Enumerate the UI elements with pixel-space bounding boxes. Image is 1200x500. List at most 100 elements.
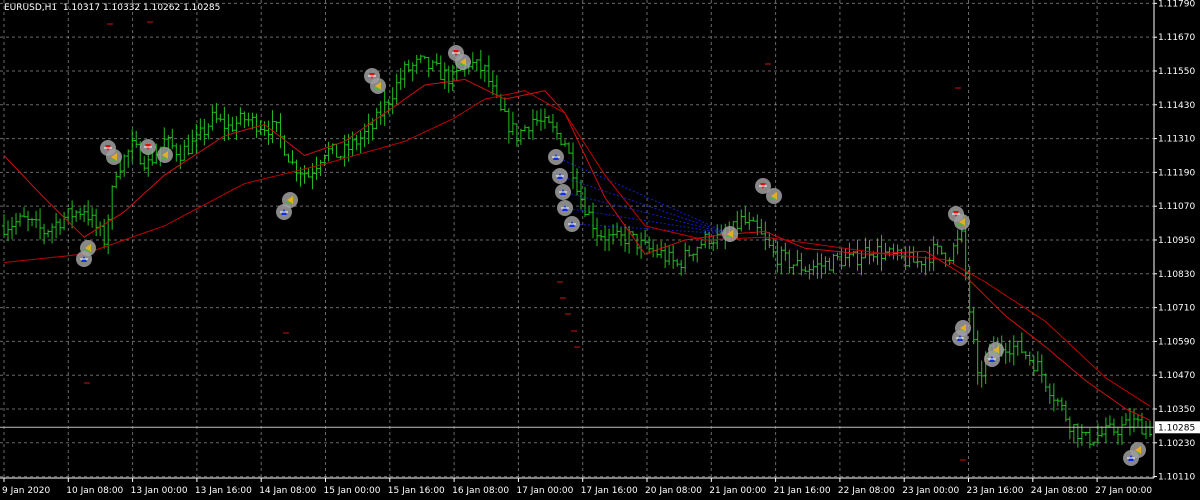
- candle: [1007, 340, 1012, 363]
- candle: [226, 114, 231, 141]
- candle: [687, 245, 692, 257]
- candle: [470, 52, 475, 70]
- candle: [711, 235, 716, 251]
- candle: [1003, 342, 1008, 364]
- candle: [302, 165, 307, 184]
- current-price-label: 1.10285: [1158, 423, 1195, 433]
- x-tick-label: 15 Jan 16:00: [388, 486, 445, 496]
- candle: [142, 155, 147, 172]
- chart-grid: [0, 0, 1154, 478]
- candle: [671, 245, 676, 269]
- candle: [823, 256, 828, 274]
- candle: [771, 238, 776, 258]
- trade-arrow-marker-icon: [552, 168, 568, 184]
- candle: [847, 242, 852, 268]
- candle: [114, 171, 119, 189]
- candle: [763, 221, 768, 251]
- candle: [122, 154, 127, 177]
- x-tick-label: 17 Jan 16:00: [581, 486, 638, 496]
- price-chart[interactable]: 1.11790 1.11670 1.11550 1.11430 1.11310 1.111…: [0, 0, 1200, 500]
- y-tick-label: 1.10710: [1158, 304, 1195, 314]
- candle: [855, 239, 860, 271]
- trade-arrow-marker-icon: [952, 330, 968, 346]
- candle: [1051, 383, 1056, 412]
- candle: [354, 134, 359, 151]
- candle: [54, 212, 59, 239]
- x-tick-label: 21 Jan 00:00: [709, 486, 766, 496]
- candle: [843, 248, 848, 267]
- candle: [434, 53, 439, 66]
- candle: [891, 243, 896, 260]
- candle: [927, 246, 932, 272]
- candle: [6, 220, 11, 242]
- candle: [98, 221, 103, 237]
- candle: [10, 217, 15, 240]
- candle: [162, 127, 167, 148]
- candle: [130, 129, 135, 163]
- candle: [811, 259, 816, 276]
- trade-arrow-marker-icon: [106, 149, 122, 165]
- candle: [611, 224, 616, 245]
- candle: [1063, 400, 1068, 422]
- x-tick-label: 24 Jan 08:00: [1031, 486, 1088, 496]
- candle: [1039, 354, 1044, 383]
- trade-arrow-marker-icon: [140, 139, 156, 155]
- candle: [595, 217, 600, 247]
- candle: [643, 230, 648, 245]
- trade-arrow-marker-icon: [76, 251, 92, 267]
- candle: [18, 212, 23, 227]
- x-tick-label: 13 Jan 00:00: [131, 486, 188, 496]
- candle: [603, 225, 608, 251]
- candle: [522, 124, 527, 132]
- candle: [58, 218, 63, 235]
- trade-arrow-marker-icon: [548, 149, 564, 165]
- candle: [422, 55, 427, 60]
- candle: [1035, 351, 1040, 372]
- candle: [1083, 431, 1088, 436]
- candle: [747, 211, 752, 230]
- candle: [290, 150, 295, 165]
- candle: [526, 126, 531, 139]
- candle: [859, 251, 864, 276]
- candle: [851, 251, 856, 257]
- candle: [1043, 373, 1048, 393]
- candle: [783, 243, 788, 261]
- candle: [334, 143, 339, 158]
- candle: [955, 229, 960, 255]
- candle: [695, 246, 700, 263]
- candle: [42, 223, 47, 245]
- candle: [482, 64, 487, 83]
- y-tick-label: 1.11310: [1158, 135, 1195, 145]
- y-tick-label: 1.11430: [1158, 101, 1195, 111]
- candle: [791, 264, 796, 275]
- candle: [2, 214, 6, 239]
- candle: [1135, 414, 1140, 427]
- y-tick-label: 1.11550: [1158, 67, 1195, 77]
- candle: [78, 207, 83, 220]
- x-tick-label: 22 Jan 08:00: [838, 486, 895, 496]
- y-tick-label: 1.10470: [1158, 371, 1195, 381]
- candle: [446, 65, 451, 93]
- x-tick-label: 15 Jan 00:00: [324, 486, 381, 496]
- trade-arrow-marker-icon: [984, 351, 1000, 367]
- candle: [899, 248, 904, 260]
- candle: [34, 210, 39, 229]
- candle: [775, 240, 780, 273]
- candle: [266, 120, 271, 145]
- candle: [430, 59, 435, 72]
- candle: [779, 246, 784, 274]
- candle: [566, 142, 571, 154]
- candle: [739, 209, 744, 232]
- candle: [1047, 383, 1052, 404]
- candle: [971, 306, 976, 345]
- candle: [931, 236, 936, 271]
- candle: [242, 111, 247, 129]
- candle: [683, 242, 688, 273]
- y-tick-label: 1.10230: [1158, 439, 1195, 449]
- candle: [426, 57, 431, 78]
- trade-markers: [76, 45, 1146, 466]
- candle: [935, 241, 940, 255]
- candle: [667, 245, 672, 266]
- candle: [214, 103, 219, 124]
- trade-arrow-marker-icon: [722, 226, 738, 242]
